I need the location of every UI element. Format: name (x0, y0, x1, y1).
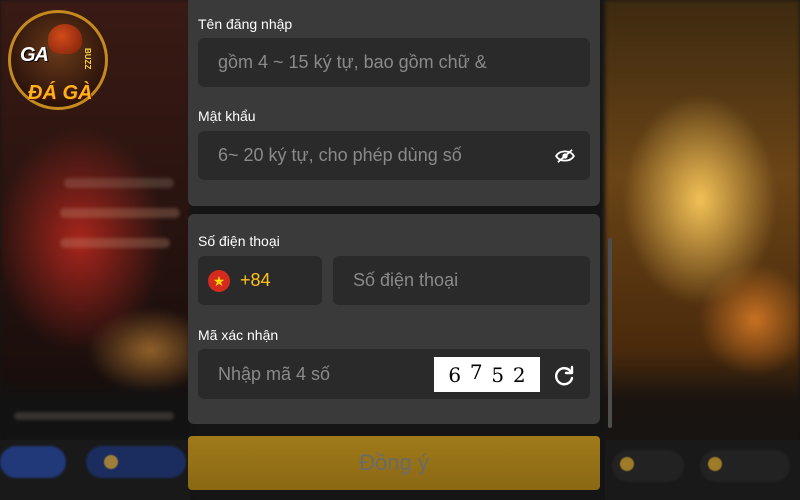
logo-text-ga: GA (20, 44, 49, 66)
account-card: Tên đăng nhập gồm 4 ~ 15 ký tự, bao gồm … (188, 0, 600, 206)
captcha-digit: 5 (491, 362, 505, 387)
username-input[interactable]: gồm 4 ~ 15 ký tự, bao gồm chữ & (198, 38, 590, 87)
captcha-digit: 7 (469, 359, 483, 384)
captcha-placeholder: Nhập mã 4 số (218, 363, 331, 384)
captcha-digit: 6 (448, 362, 462, 387)
username-placeholder: gồm 4 ~ 15 ký tự, bao gồm chữ & (218, 52, 487, 72)
background-blur-text (64, 178, 174, 188)
country-code-select[interactable]: ★ +84 (198, 256, 322, 305)
country-code-value: +84 (240, 270, 271, 290)
logo-text-da-ga: ĐÁ GÀ (28, 82, 93, 104)
contact-card: Số điện thoại ★ +84 Số điện thoại Mã xác… (188, 214, 600, 424)
form-scrollbar[interactable] (608, 238, 612, 428)
submit-button[interactable]: Đồng ý (188, 436, 600, 490)
phone-label: Số điện thoại (198, 233, 280, 249)
background-right-banner (605, 0, 800, 500)
background-blur-text (14, 412, 174, 420)
phone-placeholder: Số điện thoại (353, 270, 459, 290)
captcha-label: Mã xác nhận (198, 327, 279, 343)
captcha-digit: 2 (512, 362, 526, 387)
background-coin-icon (708, 457, 722, 471)
password-input[interactable]: 6~ 20 ký tự, cho phép dùng số (198, 131, 590, 180)
vietnam-flag-icon: ★ (208, 269, 230, 292)
eye-slash-icon[interactable] (554, 148, 576, 164)
captcha-image: 6 7 5 2 (434, 357, 540, 392)
background-blur-text (60, 208, 180, 218)
username-label: Tên đăng nhập (198, 16, 293, 32)
registration-form: Tên đăng nhập gồm 4 ~ 15 ký tự, bao gồm … (188, 0, 600, 500)
background-coin-icon (620, 457, 634, 471)
password-placeholder: 6~ 20 ký tự, cho phép dùng số (218, 145, 462, 165)
password-label: Mật khẩu (198, 108, 256, 124)
background-blur-text (60, 238, 170, 248)
brand-logo[interactable]: GA BUZZ ĐÁ GÀ (8, 10, 110, 110)
refresh-icon[interactable] (552, 364, 576, 388)
background-coin-icon (104, 455, 118, 469)
phone-input[interactable]: Số điện thoại (333, 256, 590, 305)
background-button-blur (0, 446, 66, 478)
logo-text-buzz: BUZZ (83, 48, 92, 70)
rooster-icon (48, 24, 82, 54)
background-button-blur (86, 446, 186, 478)
